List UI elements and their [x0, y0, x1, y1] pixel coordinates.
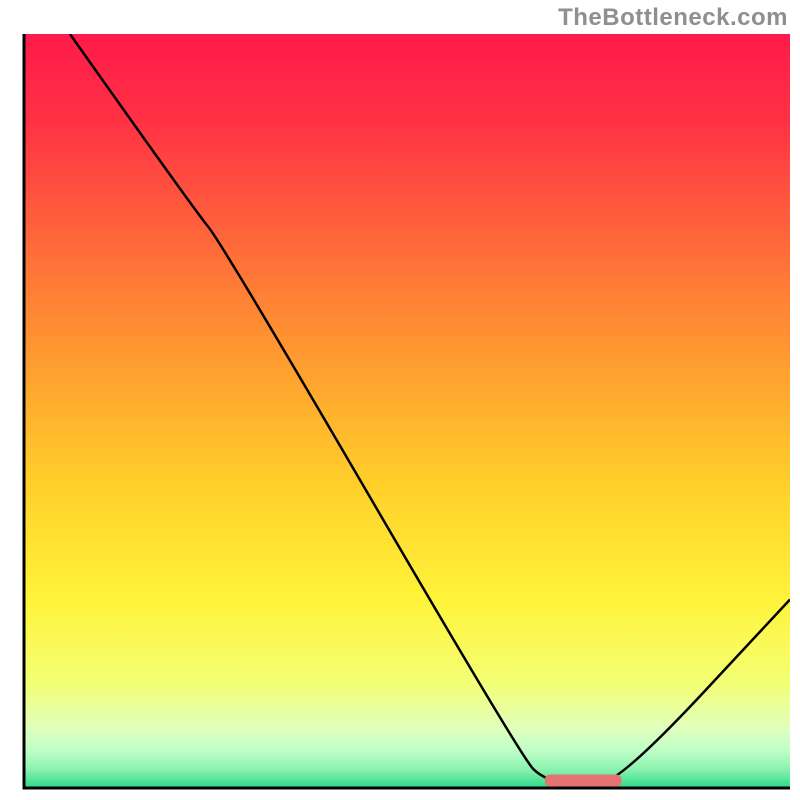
chart-container: TheBottleneck.com — [0, 0, 800, 800]
bottleneck-chart — [0, 0, 800, 800]
gradient-background — [24, 34, 790, 788]
optimal-marker — [545, 774, 622, 786]
